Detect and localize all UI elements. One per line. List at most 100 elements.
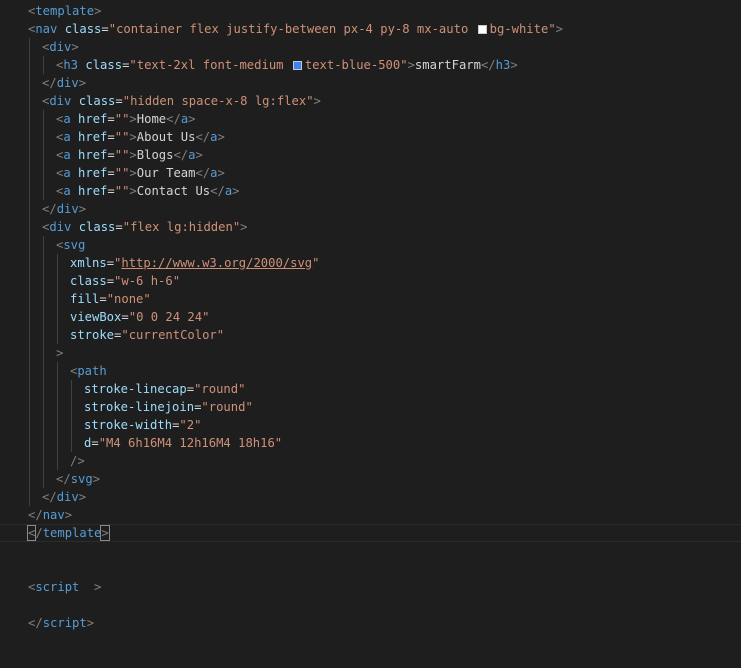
code-line: </nav>	[28, 508, 73, 522]
attr-name: href	[78, 184, 108, 198]
tag-name: path	[77, 364, 107, 378]
attr-name: stroke-linejoin	[84, 400, 195, 414]
attr-name: fill	[70, 292, 100, 306]
tag-name: nav	[35, 22, 58, 36]
attr-value: hidden space-x-8 lg:flex	[130, 94, 307, 108]
attr-name: href	[78, 148, 108, 162]
code-line: stroke-linecap="round"	[0, 380, 741, 398]
tag-name: template	[42, 526, 102, 540]
tag-name: div	[49, 220, 72, 234]
attr-value: none	[114, 292, 144, 306]
tag-name: h3	[495, 58, 511, 72]
tag-name: div	[56, 490, 79, 504]
tag-name: a	[63, 130, 71, 144]
text-node: About Us	[136, 130, 196, 144]
attr-value: bg-white	[489, 22, 549, 36]
code-line: <a href="">Our Team</a>	[0, 164, 741, 182]
attr-value: flex lg:hidden	[130, 220, 233, 234]
attr-value: 2	[186, 418, 195, 432]
tag-name: h3	[63, 58, 79, 72]
attr-value: round	[201, 382, 239, 396]
text-node: Our Team	[136, 166, 196, 180]
code-line: d="M4 6h16M4 12h16M4 18h16"	[0, 434, 741, 452]
attr-value: round	[208, 400, 246, 414]
code-line: <script >	[28, 580, 102, 594]
tag-name: div	[56, 76, 79, 90]
attr-name: class	[64, 22, 102, 36]
attr-name: class	[70, 274, 107, 288]
tag-name: div	[49, 94, 72, 108]
code-line: stroke-width="2"	[0, 416, 741, 434]
attr-name: class	[78, 220, 116, 234]
tag-name: script	[35, 580, 80, 594]
code-line: >	[0, 344, 741, 362]
text-node: Home	[136, 112, 167, 126]
attr-value: ""	[114, 112, 130, 126]
code-line: </div>	[0, 488, 741, 506]
attr-value: text-2xl font-medium	[136, 58, 291, 72]
tag-name: svg	[63, 238, 86, 252]
code-line: </svg>	[0, 470, 741, 488]
attr-name: stroke-linecap	[84, 382, 187, 396]
attr-value: currentColor	[128, 328, 217, 342]
attr-value: ""	[114, 130, 130, 144]
attr-value: w-6 h-6	[121, 274, 173, 288]
bracket: >	[56, 346, 64, 360]
code-line: xmlns="http://www.w3.org/2000/svg"	[0, 254, 741, 272]
tag-name: a	[63, 184, 71, 198]
code-line: fill="none"	[0, 290, 741, 308]
code-line: <div>	[0, 38, 741, 56]
code-line: </div>	[0, 74, 741, 92]
code-line: stroke="currentColor"	[0, 326, 741, 344]
tag-name: a	[210, 166, 218, 180]
code-line: <a href="">Blogs</a>	[0, 146, 741, 164]
attr-value: M4 6h16M4 12h16M4 18h16	[106, 436, 275, 450]
code-line: <a href="">Contact Us</a>	[0, 182, 741, 200]
url-link[interactable]: http://www.w3.org/2000/svg	[121, 256, 312, 270]
code-line: <svg	[0, 236, 741, 254]
bracket: />	[70, 454, 85, 468]
code-line: </div>	[0, 200, 741, 218]
attr-name: class	[85, 58, 123, 72]
tag-name: nav	[42, 508, 65, 522]
code-line: <div class="hidden space-x-8 lg:flex">	[0, 92, 741, 110]
tag-name: div	[49, 40, 72, 54]
attr-value: ""	[114, 148, 130, 162]
attr-name: href	[78, 112, 108, 126]
code-editor[interactable]: <template> <nav class="container flex ju…	[0, 0, 741, 643]
code-line: <h3 class="text-2xl font-medium text-blu…	[0, 56, 741, 74]
attr-value: text-blue-500	[304, 58, 401, 72]
text-node: Contact Us	[136, 184, 211, 198]
code-line: stroke-linejoin="round"	[0, 398, 741, 416]
code-line: class="w-6 h-6"	[0, 272, 741, 290]
code-line: <div class="flex lg:hidden">	[0, 218, 741, 236]
code-line: </script>	[28, 616, 95, 630]
attr-value: container flex justify-between px-4 py-8…	[116, 22, 476, 36]
text-cursor	[108, 525, 110, 540]
attr-name: href	[78, 166, 108, 180]
color-swatch-icon[interactable]	[477, 25, 487, 34]
text-node: smartFarm	[414, 58, 481, 72]
attr-value: ""	[114, 166, 130, 180]
tag-name: div	[56, 202, 79, 216]
tag-name: template	[35, 4, 95, 18]
code-line[interactable]: </template>	[0, 524, 741, 542]
attr-value: 0 0 24 24	[136, 310, 203, 324]
tag-name: a	[63, 166, 71, 180]
tag-name: svg	[70, 472, 93, 486]
code-line: <template>	[28, 4, 102, 18]
tag-name: a	[210, 130, 218, 144]
attr-name: xmlns	[70, 256, 107, 270]
color-swatch-icon[interactable]	[292, 61, 302, 70]
attr-name: href	[78, 130, 108, 144]
attr-name: class	[78, 94, 116, 108]
tag-name: a	[63, 112, 71, 126]
text-node: Blogs	[136, 148, 174, 162]
code-line: />	[0, 452, 741, 470]
attr-name: viewBox	[70, 310, 122, 324]
code-line: viewBox="0 0 24 24"	[0, 308, 741, 326]
code-line: <nav class="container flex justify-betwe…	[28, 22, 564, 36]
code-line: <a href="">Home</a>	[0, 110, 741, 128]
code-line: <path	[0, 362, 741, 380]
attr-name: stroke	[70, 328, 115, 342]
